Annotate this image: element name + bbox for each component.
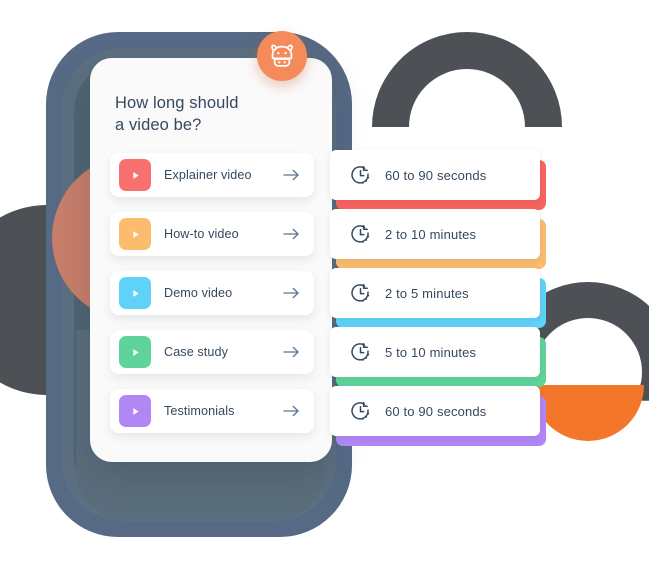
duration-label: 5 to 10 minutes [385,344,477,360]
question-card: How long should a video be? Explainer vi… [90,58,332,462]
video-type-label: Explainer video [164,168,252,182]
video-type-row[interactable]: How-to video [110,212,314,256]
clock-icon [350,342,371,363]
arrow-right-icon[interactable] [283,405,300,417]
video-type-label: Demo video [164,286,233,300]
play-icon [119,277,151,309]
duration-card[interactable]: 60 to 90 seconds [330,386,540,436]
video-type-label: How-to video [164,227,239,241]
duration-label: 60 to 90 seconds [385,403,487,419]
duration-item[interactable]: 60 to 90 seconds [330,386,546,446]
duration-item[interactable]: 60 to 90 seconds [330,150,546,210]
play-icon [119,336,151,368]
duration-item[interactable]: 2 to 5 minutes [330,268,546,328]
video-type-list: Explainer video How-to video Demo video Cas… [110,153,314,448]
video-type-row[interactable]: Testimonials [110,389,314,433]
play-icon [119,395,151,427]
duration-item[interactable]: 2 to 10 minutes [330,209,546,269]
page-title: How long should a video be? [115,94,239,134]
duration-card[interactable]: 2 to 10 minutes [330,209,540,259]
clock-icon [350,224,371,245]
video-type-row[interactable]: Explainer video [110,153,314,197]
play-icon [119,218,151,250]
clock-icon [350,283,371,304]
play-icon [119,159,151,191]
duration-label: 2 to 5 minutes [385,285,469,301]
hippo-mascot-icon [257,31,307,81]
duration-list: 60 to 90 seconds 2 to 10 minutes 2 to 5 mi… [330,150,546,446]
arrow-right-icon[interactable] [283,228,300,240]
duration-item[interactable]: 5 to 10 minutes [330,327,546,387]
arrow-right-icon[interactable] [283,346,300,358]
clock-icon [350,165,371,186]
clock-icon [350,401,371,422]
duration-card[interactable]: 5 to 10 minutes [330,327,540,377]
duration-label: 2 to 10 minutes [385,226,477,242]
video-type-label: Case study [164,345,228,359]
arrow-right-icon[interactable] [283,287,300,299]
duration-card[interactable]: 60 to 90 seconds [330,150,540,200]
duration-label: 60 to 90 seconds [385,167,487,183]
duration-card[interactable]: 2 to 5 minutes [330,268,540,318]
illustration-canvas: How long should a video be? Explainer vi… [0,0,649,587]
video-type-label: Testimonials [164,404,235,418]
video-type-row[interactable]: Demo video [110,271,314,315]
video-type-row[interactable]: Case study [110,330,314,374]
arrow-right-icon[interactable] [283,169,300,181]
